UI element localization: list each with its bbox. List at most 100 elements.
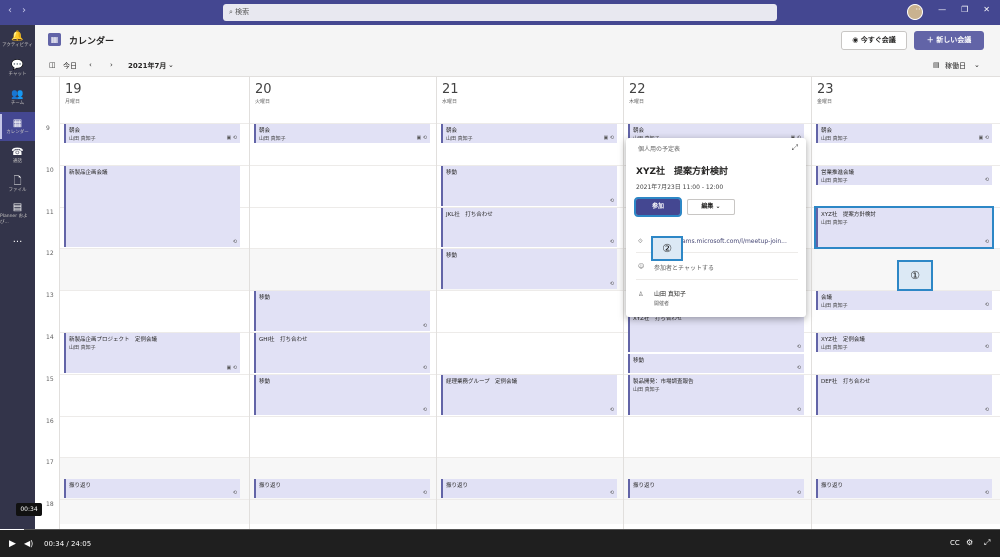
event-title: 移動: [446, 169, 458, 176]
hour-label: 10: [46, 166, 54, 174]
rail-item-5[interactable]: 🗋 ファイル: [0, 170, 35, 199]
rail-item-2[interactable]: 👥 チーム: [0, 83, 35, 112]
calendar-event[interactable]: 移動 ⟲: [254, 291, 430, 331]
edit-button[interactable]: 編集 ⌄: [687, 199, 735, 215]
day-weekday: 火曜日: [255, 99, 271, 105]
edit-label: 編集: [701, 203, 714, 210]
day-header: 20 火曜日: [249, 77, 437, 117]
hour-label: 11: [46, 208, 54, 216]
rail-item-label: カレンダー: [6, 130, 29, 135]
view-selector[interactable]: 稼働日: [945, 61, 966, 71]
event-owner: 山田 真知子: [821, 219, 848, 226]
event-title: 朝会: [69, 128, 81, 134]
chat-icon: ☺: [638, 263, 645, 270]
recurring-icon: ⟲: [984, 302, 989, 309]
join-label: 参加: [651, 203, 664, 210]
event-title: JKL社 打ち合わせ: [446, 211, 493, 218]
hour-label: 16: [46, 417, 54, 425]
next-week-icon[interactable]: ›: [110, 61, 113, 69]
day-number: 23: [817, 82, 834, 97]
recurring-icon: ⟲: [796, 343, 801, 350]
calendar-event[interactable]: XYZ社 打ち合わせ ⟲: [628, 312, 804, 352]
volume-icon[interactable]: ◀): [24, 539, 33, 548]
calendar-event[interactable]: 振り返り ⟲: [816, 479, 992, 499]
more-options-icon[interactable]: ···: [915, 5, 923, 14]
month-picker[interactable]: 2021年7月: [128, 61, 166, 71]
calendar-event[interactable]: XYZ社 提案方針検討 山田 真知子 ⟲: [814, 205, 994, 250]
rail-item-1[interactable]: 💬 チャット: [0, 54, 35, 83]
chevron-down-icon[interactable]: ⌄: [168, 61, 174, 69]
chat-with-participants[interactable]: 参加者とチャットする: [654, 263, 714, 272]
day-divider: [623, 77, 624, 530]
calendar-event[interactable]: 新製品企画プロジェクト 定例会議 山田 真知子 ▣ ⟲: [64, 333, 240, 373]
rail-item-0[interactable]: 🔔 アクティビティ: [0, 25, 35, 54]
rail-item-6[interactable]: ▤ Planner および...: [0, 199, 35, 228]
day-number: 20: [255, 82, 272, 97]
close-icon[interactable]: ✕: [983, 5, 990, 14]
back-arrow-icon[interactable]: ‹: [8, 5, 12, 16]
video-time-bubble: 00:34: [16, 503, 42, 516]
minimize-icon[interactable]: —: [938, 5, 946, 14]
event-title: 朝会: [821, 128, 833, 134]
rail-item-7[interactable]: ···: [0, 228, 35, 257]
join-button[interactable]: 参加: [634, 197, 682, 217]
calendar-event[interactable]: 朝会山田 真知子 ▣ ⟲: [441, 124, 617, 143]
calendar-event[interactable]: 会議 山田 真知子 ⟲: [816, 291, 992, 311]
recurring-icon: ⟲: [609, 239, 614, 246]
recurring-icon: ⟲: [796, 490, 801, 497]
planner-icon: ▤: [12, 202, 23, 213]
rail-item-label: Planner および...: [0, 214, 28, 225]
calendar-event[interactable]: 経理業務グループ 定例会議 ⟲: [441, 374, 617, 415]
settings-icon[interactable]: ⚙: [966, 538, 973, 547]
day-divider: [436, 77, 437, 530]
view-icon: ▤: [933, 61, 940, 69]
view-chevron-icon[interactable]: ⌄: [974, 61, 980, 69]
event-title: 朝会: [259, 128, 271, 134]
maximize-icon[interactable]: ❐: [961, 5, 968, 14]
calendar-event[interactable]: 振り返り ⟲: [441, 479, 617, 499]
captions-icon[interactable]: CC: [950, 539, 960, 547]
calendar-event[interactable]: JKL社 打ち合わせ ⟲: [441, 207, 617, 248]
today-button[interactable]: 今日: [63, 61, 77, 71]
calendar-event[interactable]: 営業推進会議 山田 真知子 ⟲: [816, 165, 992, 185]
forward-arrow-icon[interactable]: ›: [22, 5, 26, 16]
video-time: 00:34 / 24:05: [44, 540, 92, 548]
hour-label: 15: [46, 375, 54, 383]
calendar-event[interactable]: 移動 ⟲: [254, 374, 430, 415]
calendar-event[interactable]: 製品開発：市場調査報告 山田 真知子 ⟲: [628, 374, 804, 415]
calendar-icon: ▦: [12, 118, 23, 129]
meet-now-button[interactable]: ◉ 今すぐ会議: [841, 31, 907, 50]
recurring-icon: ⟲: [609, 490, 614, 497]
calendar-event[interactable]: GHI社 打ち合わせ ⟲: [254, 333, 430, 373]
rail-item-3[interactable]: ▦ カレンダー: [0, 112, 35, 141]
calendar-event[interactable]: 移動 ⟲: [628, 353, 804, 373]
calendar-event[interactable]: DEF社 打ち合わせ ⟲: [816, 374, 992, 415]
search-input[interactable]: ⌕ 検索: [223, 4, 777, 21]
calendar-event[interactable]: 移動 ⟲: [441, 249, 617, 290]
calendar-event[interactable]: 振り返り ⟲: [254, 479, 430, 499]
event-title: 製品開発：市場調査報告: [633, 378, 694, 385]
calendar-event[interactable]: 振り返り ⟲: [628, 479, 804, 499]
recurring-icon: ▣ ⟲: [226, 134, 237, 141]
event-title: 朝会: [446, 128, 458, 134]
calendar-event[interactable]: 新製品企画会議 ⟲: [64, 165, 240, 248]
hour-line: [59, 415, 1000, 417]
calendar-event[interactable]: 朝会山田 真知子 ▣ ⟲: [254, 124, 430, 143]
meeting-link[interactable]: ams.microsoft.com/l/meetup-join...: [682, 238, 787, 245]
recurring-icon: ⟲: [422, 490, 427, 497]
prev-week-icon[interactable]: ‹: [89, 61, 92, 69]
rail-item-label: チャット: [8, 72, 27, 77]
fullscreen-icon[interactable]: ⤢: [984, 538, 990, 548]
calendar-event[interactable]: XYZ社 定例会議 山田 真知子 ⟲: [816, 333, 992, 352]
event-title: GHI社 打ち合わせ: [259, 337, 308, 343]
event-owner: 山田 真知子: [446, 136, 473, 142]
calendar-event[interactable]: 朝会山田 真知子 ▣ ⟲: [64, 124, 240, 143]
calendar-event[interactable]: 振り返り ⟲: [64, 479, 240, 499]
recurring-icon: ▣ ⟲: [603, 134, 614, 141]
play-icon[interactable]: ▶: [9, 539, 16, 549]
new-meeting-button[interactable]: ＋ 新しい会議: [914, 31, 984, 50]
expand-icon[interactable]: ⤢: [792, 143, 798, 153]
calendar-event[interactable]: 移動 ⟲: [441, 165, 617, 206]
calendar-event[interactable]: 朝会山田 真知子 ▣ ⟲: [816, 124, 992, 143]
rail-item-4[interactable]: ☎ 通話: [0, 141, 35, 170]
